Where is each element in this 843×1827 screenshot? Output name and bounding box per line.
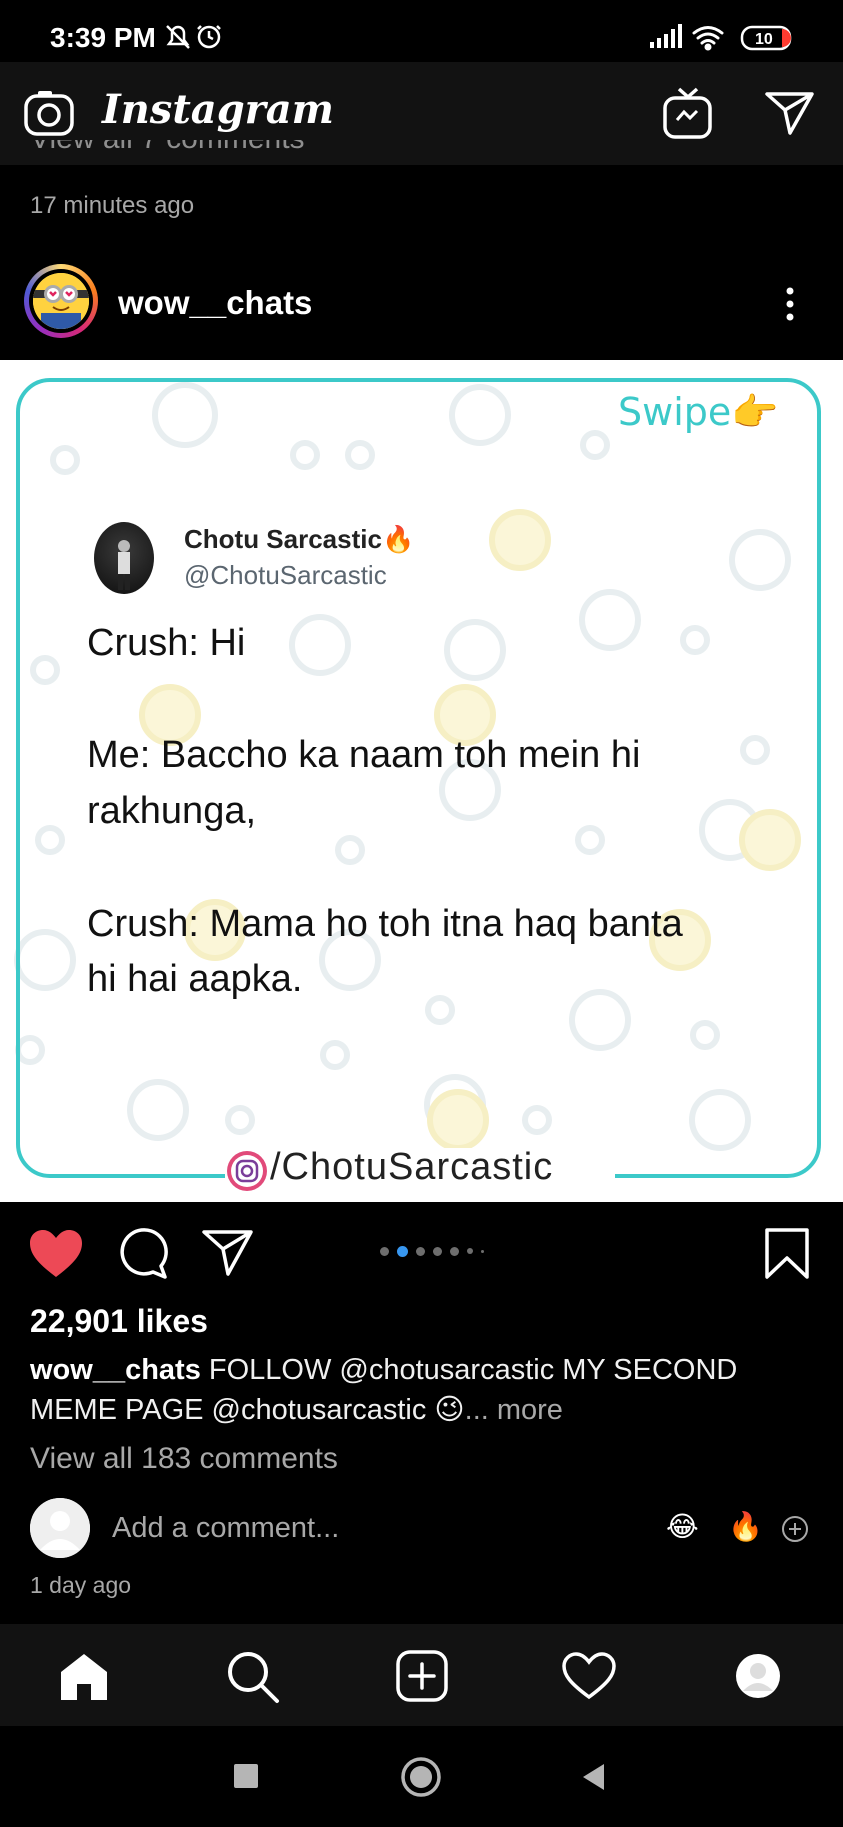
tweet-line: Me: Baccho ka naam toh mein hi bbox=[87, 734, 641, 776]
watermark-text: /ChotuSarcastic bbox=[270, 1146, 554, 1188]
instagram-logo: Instagram bbox=[102, 86, 334, 133]
status-right-icons: 10 bbox=[650, 24, 792, 51]
home-button-icon[interactable] bbox=[400, 1756, 442, 1798]
camera-icon[interactable] bbox=[24, 90, 76, 138]
default-avatar-icon bbox=[30, 1498, 90, 1558]
likes-count[interactable]: 22,901 likes bbox=[30, 1303, 208, 1340]
add-post-icon[interactable] bbox=[396, 1650, 448, 1702]
tweet-author-handle: @ChotuSarcastic bbox=[184, 560, 387, 590]
search-icon[interactable] bbox=[226, 1650, 280, 1704]
commenter-avatar bbox=[30, 1498, 90, 1558]
tweet-line: hi hai aapka. bbox=[87, 958, 303, 1000]
battery-level: 10 bbox=[755, 31, 773, 48]
post-username[interactable]: wow__chats bbox=[118, 284, 312, 322]
pointing-hand-icon: 👉 bbox=[731, 390, 779, 434]
signal-icon bbox=[650, 24, 682, 48]
tweet-author-name: Chotu Sarcastic🔥 bbox=[184, 524, 414, 555]
status-time: 3:39 PM bbox=[50, 22, 156, 53]
laughing-emoji-button[interactable]: 😂 bbox=[666, 1510, 699, 1543]
post-image[interactable]: Swipe👉 Chotu Sarcastic🔥 @ChotuSarcastic … bbox=[0, 360, 843, 1202]
post-timestamp: 1 day ago bbox=[30, 1572, 132, 1598]
tweet-author-name-text: Chotu Sarcastic bbox=[184, 524, 382, 554]
direct-message-icon[interactable] bbox=[765, 90, 815, 136]
view-all-comments-link[interactable]: View all 183 comments bbox=[30, 1442, 338, 1476]
avatar[interactable] bbox=[33, 273, 89, 329]
previous-post-comments-text: View all 7 comments bbox=[30, 140, 430, 156]
minion-avatar-icon bbox=[33, 273, 89, 329]
carousel-indicator bbox=[380, 1244, 484, 1258]
post-caption: wow__chats FOLLOW @chotusarcastic MY SEC… bbox=[30, 1350, 820, 1430]
status-left-icons bbox=[166, 25, 221, 49]
caption-more-link[interactable]: ... more bbox=[465, 1394, 563, 1426]
carousel-dot bbox=[380, 1246, 389, 1256]
fire-emoji-button[interactable]: 🔥 bbox=[728, 1510, 763, 1543]
more-options-icon[interactable] bbox=[784, 286, 796, 322]
wifi-icon bbox=[692, 26, 724, 51]
instagram-watermark-icon bbox=[227, 1151, 267, 1191]
tweet-author-avatar bbox=[94, 522, 154, 594]
dnd-icon bbox=[166, 25, 190, 49]
igtv-icon[interactable] bbox=[662, 86, 714, 140]
back-icon[interactable] bbox=[580, 1762, 606, 1792]
carousel-dot bbox=[416, 1246, 425, 1256]
swipe-text: Swipe bbox=[618, 390, 732, 434]
caption-username[interactable]: wow__chats bbox=[30, 1354, 201, 1386]
like-icon[interactable] bbox=[28, 1228, 84, 1280]
carousel-dot-active bbox=[397, 1245, 408, 1257]
carousel-dot bbox=[467, 1248, 473, 1254]
save-icon[interactable] bbox=[764, 1228, 810, 1280]
add-emoji-icon[interactable] bbox=[780, 1514, 810, 1544]
carousel-dot bbox=[450, 1246, 459, 1256]
alarm-icon bbox=[197, 25, 221, 49]
share-icon[interactable] bbox=[202, 1228, 254, 1278]
add-comment-input[interactable]: Add a comment... bbox=[112, 1512, 339, 1545]
tweet-line: Crush: Hi bbox=[87, 622, 246, 664]
battery-icon: 10 bbox=[740, 25, 792, 51]
tweet-line: rakhunga, bbox=[87, 790, 257, 832]
card-frame bbox=[16, 378, 821, 1178]
home-icon[interactable] bbox=[58, 1652, 110, 1702]
fire-icon: 🔥 bbox=[381, 524, 415, 554]
recents-icon[interactable] bbox=[234, 1764, 258, 1788]
activity-icon[interactable] bbox=[562, 1652, 616, 1700]
previous-post-timestamp: 17 minutes ago bbox=[30, 192, 195, 219]
swipe-label: Swipe👉 bbox=[618, 390, 779, 435]
comment-icon[interactable] bbox=[116, 1228, 168, 1280]
tweet-line: Crush: Mama ho toh itna haq banta bbox=[87, 903, 683, 945]
profile-icon[interactable] bbox=[734, 1652, 782, 1700]
person-silhouette-icon bbox=[118, 540, 130, 590]
carousel-dot bbox=[481, 1249, 484, 1253]
carousel-dot bbox=[433, 1246, 442, 1256]
previous-post-comments-link[interactable]: View all 7 comments bbox=[30, 140, 430, 168]
